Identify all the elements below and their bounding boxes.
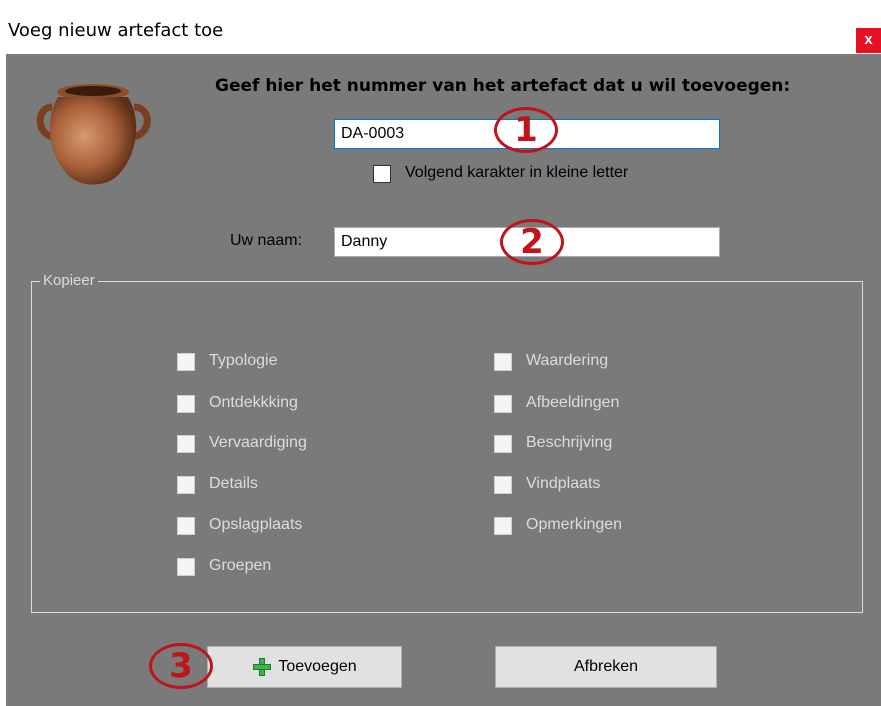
add-artifact-button[interactable]: Toevoegen (207, 646, 402, 688)
checkbox[interactable] (494, 435, 512, 453)
cancel-button-label: Afbreken (573, 658, 639, 675)
copy-option-label: Vervaardiging (209, 434, 307, 451)
annotation-marker-1: 1 (494, 107, 558, 153)
copy-option-label: Groepen (209, 557, 272, 574)
checkbox[interactable] (494, 353, 512, 371)
green-plus-icon (252, 657, 272, 677)
copy-option-label: Afbeeldingen (526, 394, 620, 411)
annotation-marker-2: 2 (500, 219, 564, 265)
artifact-number-prompt: Geef hier het nummer van het artefact da… (215, 76, 791, 96)
window-title: Voeg nieuw artefact toe (8, 20, 224, 41)
copy-group-legend: Kopieer (40, 272, 98, 289)
checkbox[interactable] (177, 558, 195, 576)
copy-option-label: Typologie (209, 352, 278, 369)
lowercase-next-char-checkbox[interactable] (373, 165, 391, 183)
copy-option-label: Vindplaats (526, 475, 601, 492)
checkbox[interactable] (494, 476, 512, 494)
checkbox[interactable] (177, 517, 195, 535)
annotation-marker-3: 3 (149, 643, 213, 689)
copy-option-label: Opmerkingen (526, 516, 623, 533)
copy-option-label: Beschrijving (526, 434, 613, 451)
cancel-button[interactable]: Afbreken (495, 646, 717, 688)
copy-option-label: Details (209, 475, 258, 492)
add-button-label: Toevoegen (278, 658, 357, 675)
checkbox[interactable] (177, 435, 195, 453)
copy-group-box (31, 281, 863, 613)
title-bar: Voeg nieuw artefact toe x (0, 8, 881, 54)
copy-option-label: Ontdekkking (209, 394, 298, 411)
checkbox[interactable] (177, 476, 195, 494)
lowercase-next-char-label: Volgend karakter in kleine letter (405, 164, 629, 181)
clay-pot-icon (36, 84, 151, 185)
close-icon: x (864, 31, 873, 48)
checkbox[interactable] (494, 517, 512, 535)
copy-option-label: Opslagplaats (209, 516, 303, 533)
copy-option-label: Waardering (526, 352, 609, 369)
checkbox[interactable] (177, 353, 195, 371)
checkbox[interactable] (177, 395, 195, 413)
checkbox[interactable] (494, 395, 512, 413)
user-name-label: Uw naam: (230, 232, 303, 249)
close-button[interactable]: x (856, 28, 881, 53)
